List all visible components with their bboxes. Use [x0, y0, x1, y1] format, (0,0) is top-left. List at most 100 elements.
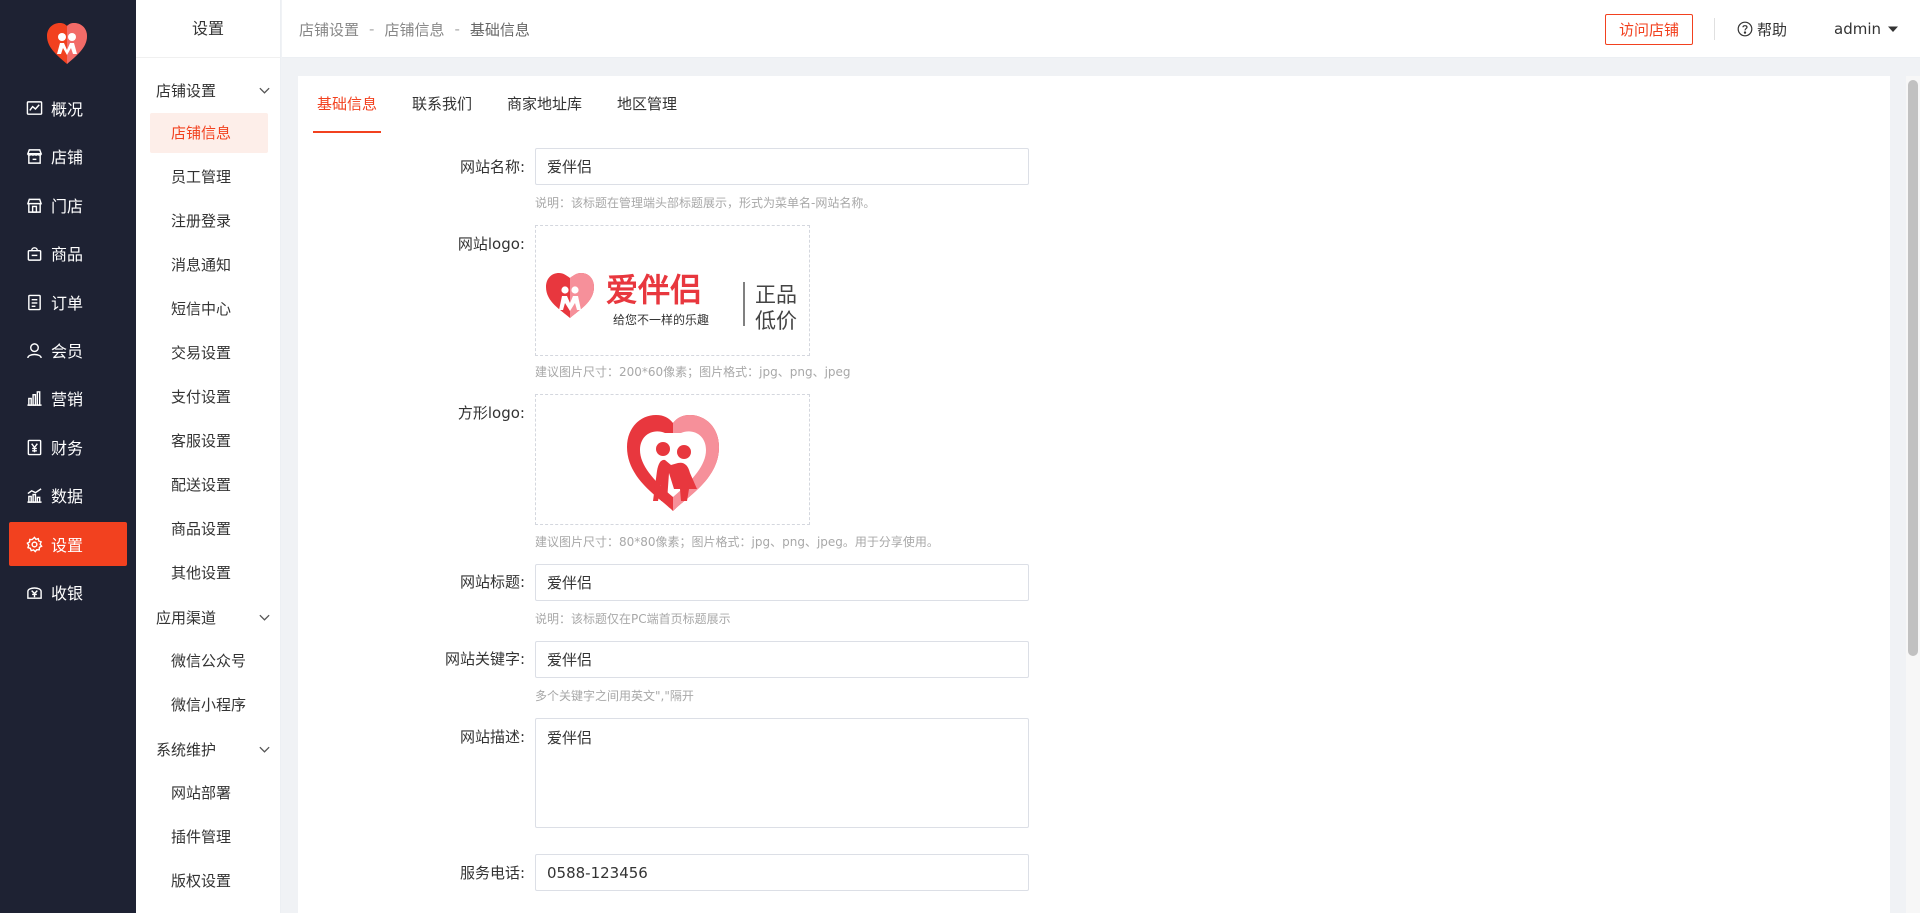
help-icon [1737, 21, 1753, 37]
user-icon [27, 342, 42, 358]
brand-logo-icon[interactable] [44, 20, 90, 66]
bar-chart-icon [27, 390, 42, 406]
phone-label: 服务电话: [459, 864, 525, 882]
description-label: 网站描述: [459, 728, 525, 746]
tab-basic-info[interactable]: 基础信息 [313, 76, 382, 133]
site-name-help: 说明：该标题在管理端头部标题展示，形式为菜单名-网站名称。 [535, 196, 876, 210]
sub-nav-item-store-info[interactable]: 店铺信息 [150, 113, 268, 153]
sub-nav-group-maintenance[interactable]: 系统维护 [156, 737, 271, 761]
breadcrumb-separator: - [369, 20, 375, 38]
breadcrumb: 店铺设置 - 店铺信息 - 基础信息 [299, 0, 530, 58]
nav-item-label: 概况 [51, 100, 84, 119]
site-logo-image: 爱伴侣 给您不一样的乐趣 正品 低价 [546, 271, 797, 333]
finance-icon [27, 439, 42, 455]
chart-icon [26, 100, 43, 115]
tab-region[interactable]: 地区管理 [613, 76, 681, 133]
keywords-help: 多个关键字之间用英文","隔开 [535, 689, 694, 703]
sub-nav-item-service[interactable]: 客服设置 [150, 421, 268, 461]
breadcrumb-current: 基础信息 [469, 20, 530, 39]
visit-store-button[interactable]: 访问店铺 [1605, 14, 1693, 45]
description-textarea[interactable]: 爱伴侣 [535, 718, 1029, 828]
bag-icon [27, 246, 42, 261]
group-label: 系统维护 [156, 740, 217, 759]
sub-nav-item-trade[interactable]: 交易设置 [150, 333, 268, 373]
sub-nav-group-store-settings[interactable]: 店铺设置 [156, 78, 271, 102]
sub-nav-item-sms[interactable]: 短信中心 [150, 289, 268, 329]
tab-contact[interactable]: 联系我们 [408, 76, 476, 133]
top-header: 店铺设置 - 店铺信息 - 基础信息 访问店铺 帮助 admin [282, 0, 1920, 58]
square-logo-upload[interactable] [535, 394, 810, 525]
sub-nav-item-register[interactable]: 注册登录 [150, 201, 268, 241]
breadcrumb-item[interactable]: 店铺设置 [299, 19, 359, 40]
user-name: admin [1834, 20, 1881, 38]
site-name-input[interactable] [535, 148, 1029, 185]
help-link[interactable]: 帮助 [1737, 0, 1787, 58]
tab-bar: 基础信息 联系我们 商家地址库 地区管理 [313, 76, 708, 133]
logo-tag-2: 低价 [755, 309, 797, 333]
order-icon [28, 294, 41, 310]
site-logo-upload[interactable]: 爱伴侣 给您不一样的乐趣 正品 低价 [535, 225, 810, 356]
square-logo-label: 方形logo: [457, 404, 525, 422]
keywords-label: 网站关键字: [444, 650, 525, 668]
nav-item-orders[interactable]: 订单 [9, 280, 127, 324]
phone-input[interactable] [535, 854, 1029, 891]
sub-nav-item-plugins[interactable]: 插件管理 [150, 817, 268, 857]
nav-item-cashier[interactable]: 收银 [9, 570, 127, 614]
sub-nav-item-goods-settings[interactable]: 商品设置 [150, 509, 268, 549]
sub-nav-item-deploy[interactable]: 网站部署 [150, 773, 268, 813]
site-name-label: 网站名称: [459, 158, 525, 176]
cashier-icon [27, 586, 42, 599]
scrollbar-thumb[interactable] [1908, 80, 1918, 656]
help-label: 帮助 [1757, 20, 1788, 39]
breadcrumb-separator: - [454, 20, 460, 38]
sub-nav-title: 设置 [136, 0, 280, 58]
nav-item-label: 数据 [51, 487, 84, 506]
sub-nav-item-payment[interactable]: 支付设置 [150, 377, 268, 417]
sub-nav-item-other[interactable]: 其他设置 [150, 553, 268, 593]
sub-nav-item-delivery[interactable]: 配送设置 [150, 465, 268, 505]
site-logo-label: 网站logo: [457, 235, 525, 253]
data-icon [27, 487, 42, 503]
nav-item-finance[interactable]: 财务 [9, 425, 127, 469]
nav-item-members[interactable]: 会员 [9, 328, 127, 372]
logo-brand-text: 爱伴侣 [606, 271, 702, 309]
sub-nav-item-copyright[interactable]: 版权设置 [150, 861, 268, 901]
nav-item-data[interactable]: 数据 [9, 473, 127, 517]
nav-item-marketing[interactable]: 营销 [9, 376, 127, 420]
nav-item-label: 设置 [51, 536, 84, 555]
sub-nav-item-wechat-miniapp[interactable]: 微信小程序 [150, 685, 268, 725]
keywords-input[interactable] [535, 641, 1029, 678]
chevron-down-icon [259, 746, 270, 753]
square-logo-help: 建议图片尺寸：80*80像素；图片格式：jpg、png、jpeg。用于分享使用。 [535, 535, 939, 549]
nav-item-label: 店铺 [51, 148, 84, 167]
nav-item-overview[interactable]: 概况 [9, 86, 127, 130]
caret-down-icon [1888, 26, 1898, 32]
nav-item-label: 门店 [51, 197, 84, 216]
sub-nav: 设置 店铺设置 店铺信息 员工管理 注册登录 消息通知 短信中心 交易设置 支付… [136, 0, 281, 913]
user-menu[interactable]: admin [1834, 0, 1898, 58]
site-title-help: 说明：该标题仅在PC端首页标题展示 [535, 612, 731, 626]
site-title-label: 网站标题: [459, 573, 525, 591]
logo-tag-1: 正品 [755, 283, 797, 307]
breadcrumb-item[interactable]: 店铺信息 [384, 19, 444, 40]
sub-nav-item-staff[interactable]: 员工管理 [150, 157, 268, 197]
site-title-input[interactable] [535, 564, 1029, 601]
sub-nav-group-channels[interactable]: 应用渠道 [156, 605, 271, 629]
nav-item-store[interactable]: 店铺 [9, 134, 127, 178]
nav-item-label: 营销 [51, 390, 84, 409]
square-logo-image [626, 414, 719, 511]
store-icon [26, 148, 43, 164]
nav-item-label: 收银 [51, 584, 84, 603]
main-nav: 概况 店铺 门店 商品 订单 会员 营销 财务 数据 设置 收银 [0, 0, 136, 913]
group-label: 店铺设置 [156, 81, 217, 100]
logo-slogan-text: 给您不一样的乐趣 [613, 312, 709, 327]
tab-address-book[interactable]: 商家地址库 [503, 76, 586, 133]
sub-nav-item-notify[interactable]: 消息通知 [150, 245, 268, 285]
site-logo-help: 建议图片尺寸：200*60像素；图片格式：jpg、png、jpeg [535, 365, 851, 379]
sub-nav-item-wechat-mp[interactable]: 微信公众号 [150, 641, 268, 681]
nav-item-branch[interactable]: 门店 [9, 183, 127, 227]
chevron-down-icon [259, 614, 270, 621]
nav-item-label: 会员 [51, 342, 84, 361]
nav-item-settings[interactable]: 设置 [9, 522, 127, 566]
nav-item-goods[interactable]: 商品 [9, 231, 127, 275]
